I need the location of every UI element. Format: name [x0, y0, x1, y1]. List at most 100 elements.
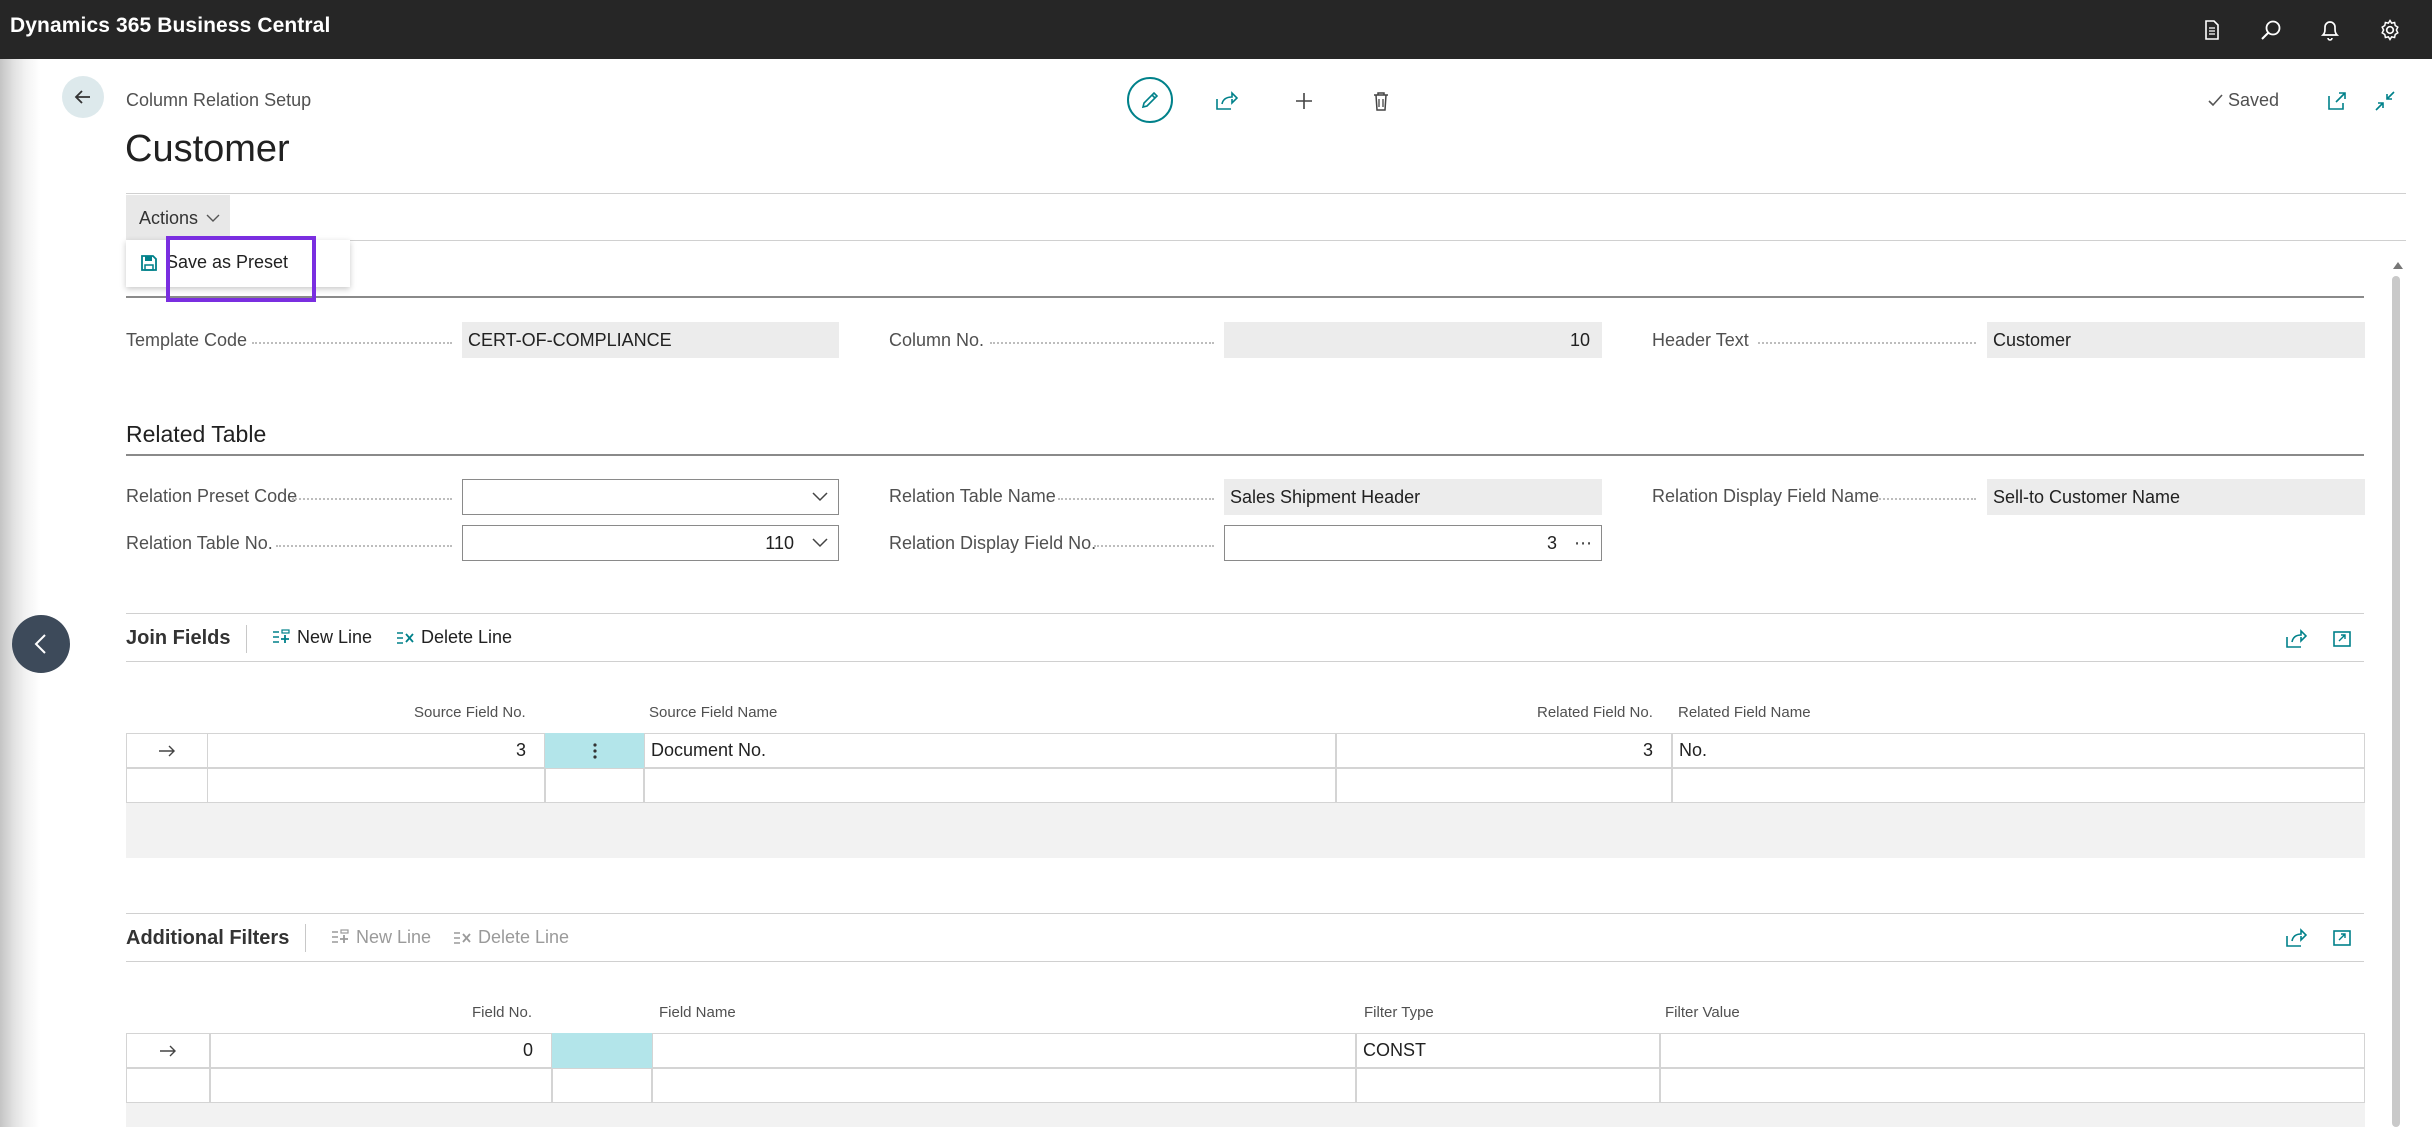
gear-icon[interactable]	[2372, 12, 2408, 48]
row-actions-cell[interactable]	[552, 1033, 652, 1068]
col-field-no[interactable]: Field No.	[472, 1004, 532, 1021]
app-title: Dynamics 365 Business Central	[10, 14, 331, 37]
document-icon[interactable]	[2194, 12, 2230, 48]
dot-leader	[276, 545, 452, 547]
scrollbar-thumb[interactable]	[2392, 276, 2400, 1127]
collapse-button[interactable]	[2370, 86, 2400, 116]
share-icon	[2286, 629, 2307, 648]
actions-tab[interactable]: Actions	[126, 195, 230, 241]
relation-display-field-no-input[interactable]: 3 ⋯	[1224, 525, 1602, 561]
page-title: Customer	[125, 128, 290, 170]
checkmark-icon	[2208, 93, 2223, 106]
relation-table-name-label: Relation Table Name	[889, 486, 1056, 506]
related-field-no-cell[interactable]: 3	[1336, 733, 1672, 768]
col-field-name[interactable]: Field Name	[659, 1004, 736, 1021]
search-icon[interactable]	[2253, 12, 2289, 48]
chevron-down-icon[interactable]	[802, 526, 838, 560]
share-button[interactable]	[1203, 78, 1249, 124]
scroll-up-arrow[interactable]	[2390, 258, 2406, 272]
relation-table-name-field[interactable]: Sales Shipment Header	[1224, 479, 1602, 515]
empty-row-cell[interactable]	[207, 768, 545, 803]
template-code-label: Template Code	[126, 330, 248, 350]
col-related-field-name[interactable]: Related Field Name	[1678, 704, 1811, 721]
col-source-field-name[interactable]: Source Field Name	[649, 704, 777, 721]
relation-preset-code-label: Relation Preset Code	[126, 486, 298, 506]
lookup-ellipsis-icon[interactable]: ⋯	[1565, 526, 1601, 560]
row-indicator-arrow-icon[interactable]	[126, 733, 208, 768]
col-filter-value[interactable]: Filter Value	[1665, 1004, 1740, 1021]
join-share-button[interactable]	[2281, 624, 2311, 654]
relation-preset-code-select[interactable]	[462, 479, 839, 515]
dot-leader	[1876, 498, 1976, 500]
background-page-edge	[0, 59, 40, 1127]
source-field-name-cell[interactable]: Document No.	[644, 733, 1336, 768]
save-icon	[141, 254, 157, 271]
filters-share-button[interactable]	[2281, 923, 2311, 953]
template-code-field[interactable]: CERT-OF-COMPLIANCE	[462, 322, 839, 358]
relation-display-field-name-label: Relation Display Field Name	[1652, 486, 1880, 506]
edit-button[interactable]	[1127, 77, 1173, 123]
filters-new-line-button[interactable]: New Line	[330, 927, 431, 948]
empty-row-cell[interactable]	[1672, 768, 2365, 803]
factbox-collapse-button[interactable]	[12, 615, 70, 673]
grid-empty-area	[126, 803, 2365, 858]
breadcrumb: Column Relation Setup	[126, 90, 312, 110]
additional-filters-title[interactable]: Additional Filters	[126, 927, 289, 950]
join-expand-button[interactable]	[2327, 624, 2357, 654]
filter-type-cell[interactable]: CONST	[1356, 1033, 1660, 1068]
empty-row-cell[interactable]	[126, 1068, 210, 1103]
filters-new-line-label: New Line	[356, 927, 432, 947]
row-actions-ellipsis-icon[interactable]	[545, 733, 644, 768]
filter-value-cell[interactable]	[1660, 1033, 2365, 1068]
dot-leader	[1094, 545, 1214, 547]
empty-row-cell[interactable]	[1336, 768, 1672, 803]
empty-row-cell[interactable]	[1660, 1068, 2365, 1103]
new-button[interactable]	[1281, 78, 1327, 124]
delete-button[interactable]	[1358, 78, 1404, 124]
join-new-line-button[interactable]: New Line	[271, 627, 372, 648]
col-filter-type[interactable]: Filter Type	[1364, 1004, 1434, 1021]
field-name-cell[interactable]	[652, 1033, 1356, 1068]
toolbar-separator	[246, 625, 247, 653]
column-no-field[interactable]: 10	[1224, 322, 1602, 358]
dot-leader	[1058, 498, 1214, 500]
chevron-left-icon	[34, 634, 46, 654]
join-delete-line-button[interactable]: Delete Line	[395, 627, 512, 648]
chevron-down-icon	[206, 214, 220, 222]
filters-expand-button[interactable]	[2327, 923, 2357, 953]
relation-display-field-no-label: Relation Display Field No.	[889, 533, 1097, 553]
col-related-field-no[interactable]: Related Field No.	[1537, 704, 1653, 721]
bell-icon[interactable]	[2312, 12, 2348, 48]
general-section-rule	[126, 296, 2364, 298]
empty-row-cell[interactable]	[210, 1068, 552, 1103]
dot-leader	[990, 342, 1214, 344]
empty-row-cell[interactable]	[545, 768, 644, 803]
related-field-name-cell[interactable]: No.	[1672, 733, 2365, 768]
trash-icon	[1374, 92, 1388, 111]
relation-table-no-select[interactable]: 110	[462, 525, 839, 561]
field-no-cell[interactable]: 0	[210, 1033, 552, 1068]
additional-filters-bar-rule	[126, 961, 2364, 962]
row-indicator-arrow-icon[interactable]	[126, 1033, 210, 1068]
header-text-field[interactable]: Customer	[1987, 322, 2365, 358]
join-fields-title[interactable]: Join Fields	[126, 627, 230, 650]
empty-row-cell[interactable]	[126, 768, 208, 803]
empty-row-cell[interactable]	[652, 1068, 1356, 1103]
chevron-down-icon[interactable]	[802, 480, 838, 514]
relation-display-field-no-value: 3	[1546, 532, 1557, 553]
empty-row-cell[interactable]	[644, 768, 1336, 803]
share-icon	[1216, 91, 1238, 110]
header-text-label: Header Text	[1652, 330, 1749, 350]
filters-delete-line-button[interactable]: Delete Line	[452, 927, 569, 948]
relation-display-field-name-field[interactable]: Sell-to Customer Name	[1987, 479, 2365, 515]
expand-icon	[2333, 631, 2351, 647]
empty-row-cell[interactable]	[552, 1068, 652, 1103]
empty-row-cell[interactable]	[1356, 1068, 1660, 1103]
expand-icon	[2333, 930, 2351, 946]
toolbar-separator	[305, 924, 306, 952]
open-new-window-button[interactable]	[2322, 86, 2352, 116]
source-field-no-cell[interactable]: 3	[207, 733, 545, 768]
col-source-field-no[interactable]: Source Field No.	[414, 704, 526, 721]
share-icon	[2286, 928, 2307, 947]
back-button[interactable]	[62, 76, 104, 118]
